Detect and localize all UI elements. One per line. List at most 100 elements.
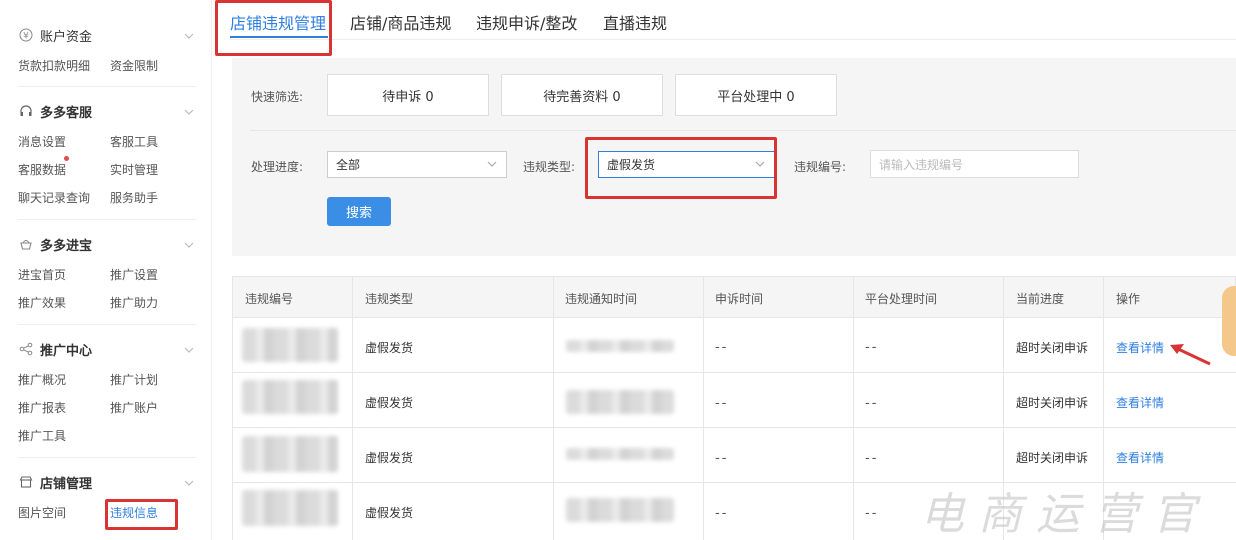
view-details-link[interactable]: 查看详情 — [1116, 449, 1164, 466]
store-icon — [18, 474, 34, 490]
quick-filter-platform-processing[interactable]: 平台处理中 0 — [675, 74, 837, 116]
cell-appeal-time: -- — [715, 396, 729, 411]
sidebar-item-image-space[interactable]: 图片空间 — [18, 504, 66, 521]
redacted-violation-id — [242, 436, 338, 472]
filter-divider — [250, 130, 1236, 131]
sidebar-section-title: 多多客服 — [40, 105, 93, 121]
redacted-violation-id — [242, 490, 338, 526]
redacted-notice-time — [566, 390, 674, 414]
table-header-violation-id: 违规编号 — [245, 292, 294, 306]
chevron-down-icon[interactable] — [183, 239, 195, 251]
quick-filter-label: 快速筛选: — [251, 90, 304, 104]
table-header-action: 操作 — [1116, 292, 1141, 306]
sidebar-item-promotion-settings[interactable]: 推广设置 — [110, 266, 158, 283]
sidebar-item-service-assistant[interactable]: 服务助手 — [110, 189, 158, 206]
sidebar-item-promotion-account[interactable]: 推广账户 — [110, 399, 158, 416]
view-details-link[interactable]: 查看详情 — [1116, 394, 1164, 411]
cell-progress: 超时关闭申诉 — [1016, 341, 1089, 355]
watermark: 电商运营官 — [920, 489, 1210, 540]
violation-id-label: 违规编号: — [794, 160, 847, 174]
sidebar-item-promotion-tools[interactable]: 推广工具 — [18, 427, 66, 444]
quick-filter-pending-appeal[interactable]: 待申诉 0 — [327, 74, 489, 116]
sidebar-item-payment-deduction[interactable]: 货款扣款明细 — [18, 57, 90, 74]
sidebar-section-title: 店铺管理 — [40, 476, 93, 492]
cell-violation-type: 虚假发货 — [365, 451, 414, 465]
sidebar-divider — [18, 86, 196, 87]
sidebar-section-title: 多多进宝 — [40, 238, 93, 254]
cell-violation-type: 虚假发货 — [365, 396, 414, 410]
highlight-box — [105, 499, 178, 530]
redacted-violation-id — [242, 328, 338, 362]
chevron-down-icon[interactable] — [183, 344, 195, 356]
redacted-violation-id — [242, 380, 338, 414]
mascot-image — [1222, 286, 1236, 356]
share-icon — [18, 341, 34, 357]
sidebar-item-service-tools[interactable]: 客服工具 — [110, 133, 158, 150]
progress-label: 处理进度: — [251, 160, 304, 174]
sidebar-section-customer-service[interactable]: 多多客服 — [18, 101, 92, 121]
redacted-notice-time — [566, 498, 674, 522]
sidebar-item-jinbao-home[interactable]: 进宝首页 — [18, 266, 66, 283]
violation-type-label: 违规类型: — [523, 160, 576, 174]
sidebar-item-promotion-effect[interactable]: 推广效果 — [18, 294, 66, 311]
sidebar-item-promotion-overview[interactable]: 推广概况 — [18, 371, 66, 388]
headset-icon — [18, 103, 34, 119]
cell-platform-time: -- — [865, 506, 879, 521]
sidebar-section-promotion-center[interactable]: 推广中心 — [18, 339, 92, 359]
tab-appeal-rectification[interactable]: 违规申诉/整改 — [476, 10, 577, 34]
sidebar: ¥ 账户资金 货款扣款明细 资金限制 多多客服 消息设置 客服工具 客服数据 实… — [0, 0, 212, 540]
chevron-down-icon[interactable] — [183, 30, 195, 42]
chevron-down-icon — [486, 158, 498, 173]
sidebar-item-promotion-report[interactable]: 推广报表 — [18, 399, 66, 416]
sidebar-section-title: 推广中心 — [40, 343, 93, 359]
progress-select[interactable]: 全部 — [327, 151, 507, 178]
sidebar-section-account-funds[interactable]: ¥ 账户资金 — [18, 25, 92, 45]
table-header-platform-time: 平台处理时间 — [865, 292, 938, 306]
sidebar-item-message-settings[interactable]: 消息设置 — [18, 133, 66, 150]
sidebar-item-promotion-plan[interactable]: 推广计划 — [110, 371, 158, 388]
progress-select-value: 全部 — [336, 158, 361, 172]
search-button[interactable]: 搜索 — [327, 197, 391, 226]
cell-platform-time: -- — [865, 340, 879, 355]
violation-id-input[interactable]: 请输入违规编号 — [870, 150, 1079, 178]
sidebar-item-service-data[interactable]: 客服数据 — [18, 161, 66, 178]
redacted-notice-time — [566, 448, 674, 460]
sidebar-divider — [18, 324, 196, 325]
chevron-down-icon[interactable] — [183, 106, 195, 118]
cell-platform-time: -- — [865, 451, 879, 466]
highlight-box — [215, 0, 332, 56]
cell-progress: 超时关闭申诉 — [1016, 396, 1089, 410]
treasure-icon — [18, 236, 34, 252]
cell-violation-type: 虚假发货 — [365, 506, 414, 520]
cell-progress: 超时关闭申诉 — [1016, 451, 1089, 465]
sidebar-divider — [18, 219, 196, 220]
violation-management-page: ¥ 账户资金 货款扣款明细 资金限制 多多客服 消息设置 客服工具 客服数据 实… — [0, 0, 1236, 540]
arrow-annotation-icon — [1170, 344, 1211, 366]
cell-appeal-time: -- — [715, 451, 729, 466]
notification-dot — [64, 156, 69, 161]
tab-store-product-violation[interactable]: 店铺/商品违规 — [350, 10, 451, 34]
yen-icon: ¥ — [18, 27, 34, 43]
table-header-notice-time: 违规通知时间 — [565, 292, 638, 306]
redacted-notice-time — [566, 340, 674, 352]
sidebar-section-title: 账户资金 — [40, 29, 93, 45]
sidebar-item-chat-history[interactable]: 聊天记录查询 — [18, 189, 90, 206]
view-details-link[interactable]: 查看详情 — [1116, 339, 1164, 356]
sidebar-section-duoduo-jinbao[interactable]: 多多进宝 — [18, 234, 92, 254]
chevron-down-icon[interactable] — [183, 477, 195, 489]
quick-filter-pending-materials[interactable]: 待完善资料 0 — [501, 74, 663, 116]
sidebar-section-store-management[interactable]: 店铺管理 — [18, 472, 92, 492]
sidebar-item-realtime-management[interactable]: 实时管理 — [110, 161, 158, 178]
cell-violation-type: 虚假发货 — [365, 341, 414, 355]
cell-platform-time: -- — [865, 396, 879, 411]
highlight-box — [585, 137, 777, 199]
table-header-violation-type: 违规类型 — [365, 292, 414, 306]
svg-text:¥: ¥ — [23, 32, 29, 42]
tab-live-violation[interactable]: 直播违规 — [603, 10, 667, 34]
cell-appeal-time: -- — [715, 340, 729, 355]
table-header-appeal-time: 申诉时间 — [715, 292, 764, 306]
sidebar-divider — [18, 457, 196, 458]
sidebar-item-promotion-boost[interactable]: 推广助力 — [110, 294, 158, 311]
cell-appeal-time: -- — [715, 506, 729, 521]
sidebar-item-fund-limit[interactable]: 资金限制 — [110, 57, 158, 74]
